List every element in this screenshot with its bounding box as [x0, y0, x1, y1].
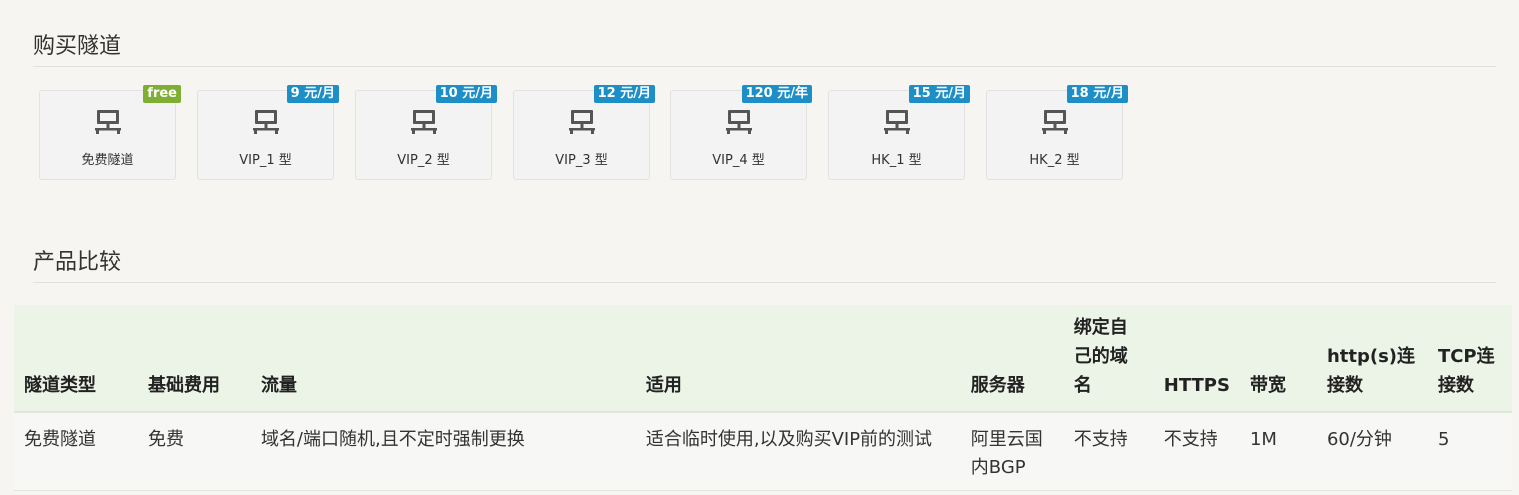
compare-section-divider: [33, 282, 1496, 283]
tunnel-card-label: VIP_3 型: [555, 153, 608, 168]
table-header-row: 隧道类型 基础费用 流量 适用 服务器 绑定自己的域名 HTTPS 带宽 htt…: [14, 305, 1512, 413]
price-badge: 18 元/月: [1066, 85, 1128, 103]
tunnel-card-label: VIP_4 型: [712, 153, 765, 168]
tunnel-card-vip2[interactable]: 10 元/月 VIP_2 型: [355, 85, 497, 180]
header-server: 服务器: [960, 305, 1064, 413]
tunnel-card-hk2[interactable]: 18 元/月 HK_2 型: [986, 85, 1128, 180]
price-badge: 12 元/月: [593, 85, 655, 103]
cell-server: 阿里云国内BGP: [960, 412, 1064, 491]
header-http-connections: http(s)连接数: [1316, 305, 1428, 413]
price-badge: 9 元/月: [286, 85, 339, 103]
price-badge: 10 元/月: [435, 85, 497, 103]
cell-https: 不支持: [1153, 412, 1240, 491]
header-traffic: 流量: [250, 305, 636, 413]
server-terminal-icon: [568, 110, 595, 134]
header-tunnel-type: 隧道类型: [14, 305, 138, 413]
tunnel-card-label: 免费隧道: [81, 153, 134, 168]
product-compare-title: 产品比较: [33, 250, 122, 275]
tunnel-card-vip4[interactable]: 120 元/年 VIP_4 型: [670, 85, 812, 180]
header-https: HTTPS: [1153, 305, 1240, 413]
tunnel-card-label: HK_2 型: [1029, 153, 1080, 168]
cell-applicable: 适合临时使用,以及购买VIP前的测试: [635, 412, 961, 491]
header-bandwidth: 带宽: [1239, 305, 1317, 413]
header-bind-domain: 绑定自己的域名: [1063, 305, 1154, 413]
buy-tunnel-title: 购买隧道: [33, 34, 122, 59]
tunnel-card-free[interactable]: free 免费隧道: [39, 85, 181, 180]
price-badge: free: [143, 85, 181, 103]
table-row: 免费隧道 免费 域名/端口随机,且不定时强制更换 适合临时使用,以及购买VIP前…: [14, 412, 1512, 491]
server-terminal-icon: [252, 110, 279, 134]
tunnel-card-hk1[interactable]: 15 元/月 HK_1 型: [828, 85, 970, 180]
cell-base-fee: 免费: [137, 412, 251, 491]
header-applicable: 适用: [635, 305, 961, 413]
tunnel-card-label: VIP_1 型: [239, 153, 292, 168]
tunnel-card-vip3[interactable]: 12 元/月 VIP_3 型: [513, 85, 655, 180]
product-compare-table: 隧道类型 基础费用 流量 适用 服务器 绑定自己的域名 HTTPS 带宽 htt…: [14, 305, 1512, 491]
cell-bandwidth: 1M: [1239, 412, 1317, 491]
tunnel-card-label: VIP_2 型: [397, 153, 450, 168]
cell-http-connections: 60/分钟: [1316, 412, 1428, 491]
tunnel-card-vip1[interactable]: 9 元/月 VIP_1 型: [197, 85, 339, 180]
cell-tunnel-type: 免费隧道: [14, 412, 138, 491]
server-terminal-icon: [1041, 110, 1068, 134]
price-badge: 15 元/月: [908, 85, 970, 103]
cell-bind-domain: 不支持: [1063, 412, 1154, 491]
cell-tcp-connections: 5: [1427, 412, 1512, 491]
server-terminal-icon: [883, 110, 910, 134]
header-tcp-connections: TCP连接数: [1427, 305, 1512, 413]
server-terminal-icon: [410, 110, 437, 134]
tunnel-card-list: free 免费隧道 9 元/月 VIP_1 型 10 元/月 VIP_2 型 1…: [39, 85, 1139, 182]
price-badge: 120 元/年: [741, 85, 812, 103]
buy-section-divider: [33, 66, 1496, 67]
server-terminal-icon: [725, 110, 752, 134]
header-base-fee: 基础费用: [137, 305, 251, 413]
tunnel-card-label: HK_1 型: [871, 153, 922, 168]
server-terminal-icon: [94, 110, 121, 134]
cell-traffic: 域名/端口随机,且不定时强制更换: [250, 412, 636, 491]
